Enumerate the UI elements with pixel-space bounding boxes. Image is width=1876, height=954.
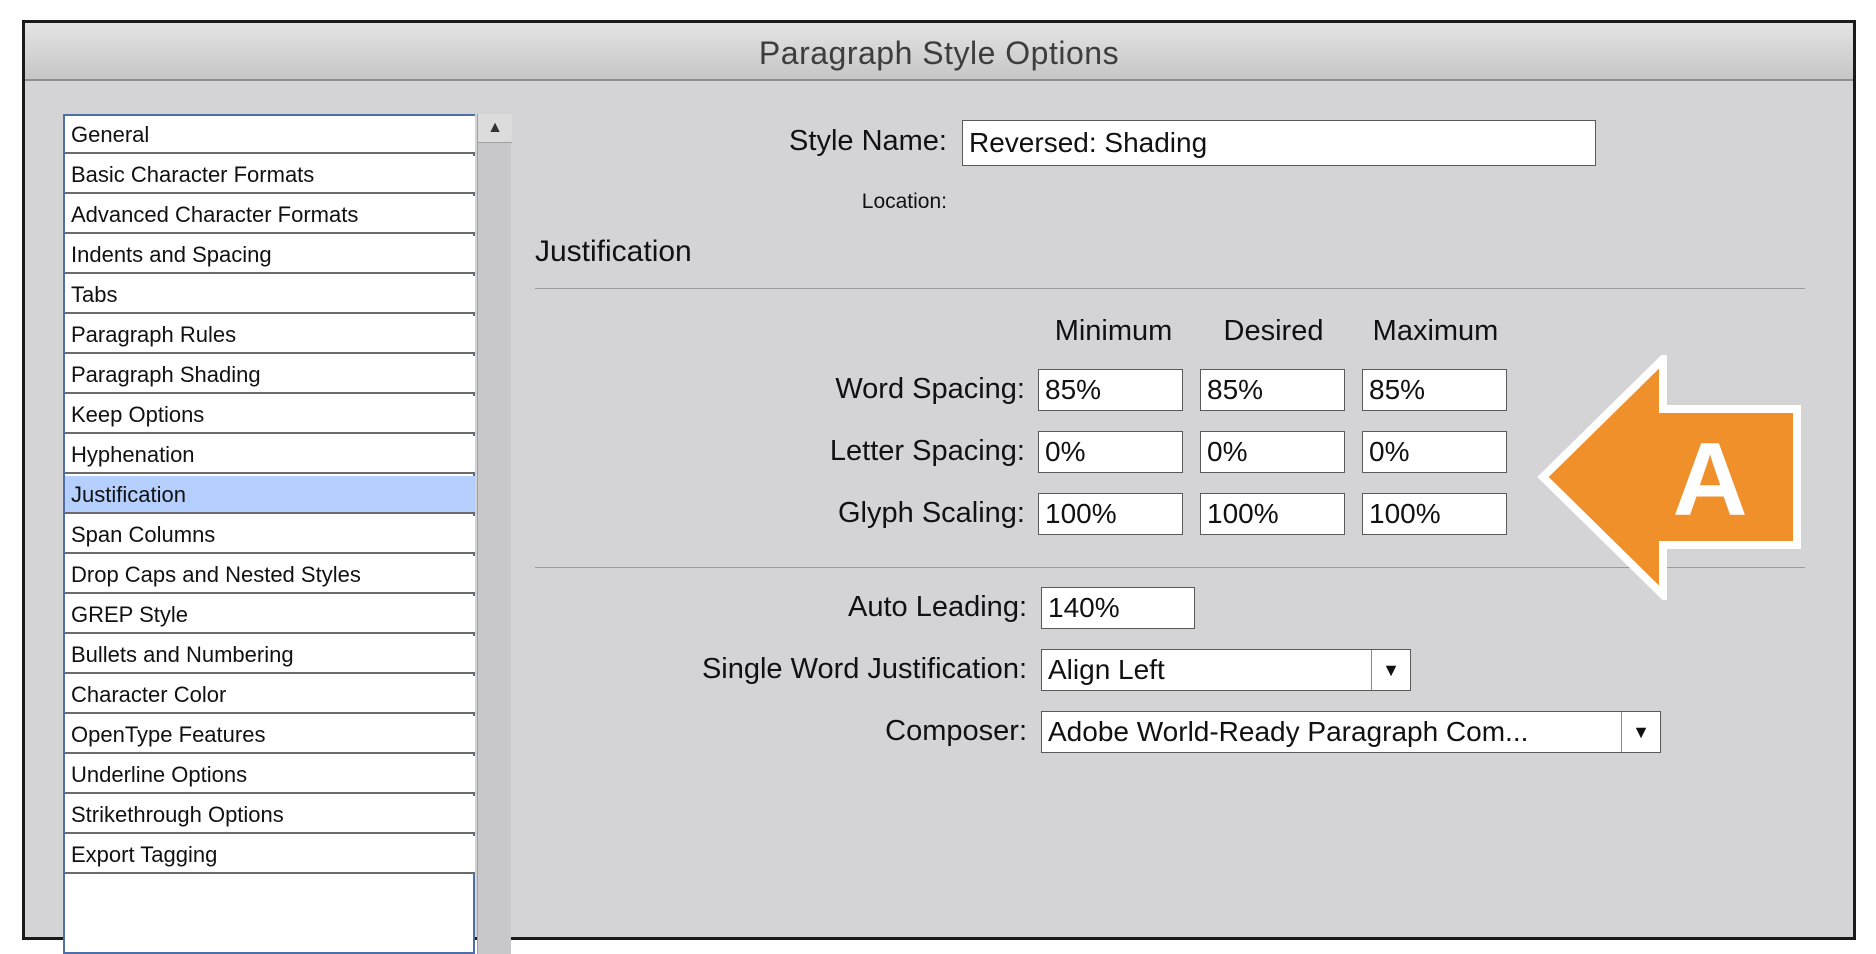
- category-list[interactable]: General Basic Character Formats Advanced…: [63, 114, 475, 954]
- glyph-scaling-label: Glyph Scaling:: [838, 497, 1025, 529]
- header-maximum: Maximum: [1372, 315, 1499, 347]
- sidebar-item-export-tagging[interactable]: Export Tagging: [65, 836, 475, 874]
- sidebar-item-span-columns[interactable]: Span Columns: [65, 516, 475, 554]
- sidebar-item-basic-character-formats[interactable]: Basic Character Formats: [65, 156, 475, 194]
- auto-leading-label: Auto Leading:: [848, 591, 1027, 623]
- sidebar-item-paragraph-shading[interactable]: Paragraph Shading: [65, 356, 475, 394]
- chevron-down-icon[interactable]: ▼: [1621, 712, 1660, 752]
- scroll-up-icon[interactable]: ▲: [478, 114, 512, 143]
- sidebar-item-character-color[interactable]: Character Color: [65, 676, 475, 714]
- glyph-scaling-maximum[interactable]: [1362, 493, 1507, 535]
- auto-leading-input[interactable]: [1041, 587, 1195, 629]
- sidebar-item-advanced-character-formats[interactable]: Advanced Character Formats: [65, 196, 475, 234]
- sidebar-item-underline-options[interactable]: Underline Options: [65, 756, 475, 794]
- glyph-scaling-minimum[interactable]: [1038, 493, 1183, 535]
- paragraph-style-options-dialog: Paragraph Style Options General Basic Ch…: [22, 20, 1856, 954]
- sidebar-item-justification[interactable]: Justification: [65, 476, 475, 514]
- header-desired: Desired: [1223, 315, 1324, 347]
- sidebar-item-strikethrough-options[interactable]: Strikethrough Options: [65, 796, 475, 834]
- window-title: Paragraph Style Options: [758, 35, 1120, 71]
- title-bar[interactable]: Paragraph Style Options: [25, 23, 1853, 81]
- word-spacing-maximum[interactable]: [1362, 369, 1507, 411]
- chevron-down-icon[interactable]: ▼: [1371, 650, 1410, 690]
- style-name-label: Style Name:: [789, 125, 947, 157]
- composer-select[interactable]: Adobe World-Ready Paragraph Com... ▼: [1041, 711, 1661, 753]
- sidebar-item-paragraph-rules[interactable]: Paragraph Rules: [65, 316, 475, 354]
- letter-spacing-label: Letter Spacing:: [829, 435, 1025, 467]
- sidebar-item-opentype-features[interactable]: OpenType Features: [65, 716, 475, 754]
- header-minimum: Minimum: [1054, 315, 1173, 347]
- single-word-justification-select[interactable]: Align Left ▼: [1041, 649, 1411, 691]
- style-name-input[interactable]: [962, 120, 1596, 166]
- sidebar-item-hyphenation[interactable]: Hyphenation: [65, 436, 475, 474]
- callout-arrow-a: A: [1537, 355, 1801, 600]
- composer-label: Composer:: [885, 715, 1027, 747]
- letter-spacing-desired[interactable]: [1200, 431, 1345, 473]
- sidebar-item-grep-style[interactable]: GREP Style: [65, 596, 475, 634]
- sidebar-item-indents-and-spacing[interactable]: Indents and Spacing: [65, 236, 475, 274]
- sidebar-item-bullets-and-numbering[interactable]: Bullets and Numbering: [65, 636, 475, 674]
- sidebar-item-keep-options[interactable]: Keep Options: [65, 396, 475, 434]
- callout-letter: A: [1672, 422, 1747, 538]
- location-label: Location:: [861, 190, 947, 213]
- single-word-justification-value: Align Left: [1048, 654, 1165, 685]
- callout-arrow-shape: [1537, 355, 1801, 600]
- sidebar-item-general[interactable]: General: [65, 116, 475, 154]
- letter-spacing-minimum[interactable]: [1038, 431, 1183, 473]
- letter-spacing-maximum[interactable]: [1362, 431, 1507, 473]
- sidebar-item-tabs[interactable]: Tabs: [65, 276, 475, 314]
- word-spacing-label: Word Spacing:: [835, 373, 1025, 405]
- single-word-justification-label: Single Word Justification:: [701, 653, 1027, 685]
- word-spacing-desired[interactable]: [1200, 369, 1345, 411]
- sidebar-item-drop-caps-nested-styles[interactable]: Drop Caps and Nested Styles: [65, 556, 475, 594]
- composer-value: Adobe World-Ready Paragraph Com...: [1048, 716, 1529, 747]
- list-scrollbar[interactable]: ▲: [477, 114, 512, 954]
- glyph-scaling-desired[interactable]: [1200, 493, 1345, 535]
- word-spacing-minimum[interactable]: [1038, 369, 1183, 411]
- section-divider: [535, 288, 1805, 289]
- section-title: Justification: [535, 235, 692, 268]
